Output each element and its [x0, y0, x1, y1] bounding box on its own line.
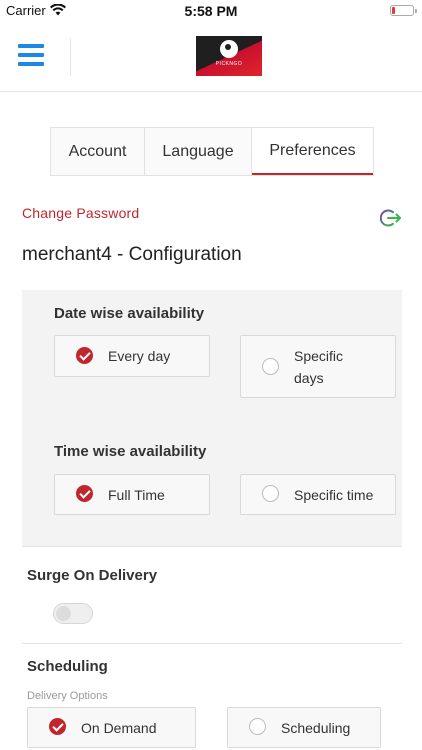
- surge-toggle[interactable]: [53, 603, 93, 624]
- header-divider: [70, 38, 71, 76]
- section-divider: [22, 643, 402, 644]
- option-specific-days[interactable]: Specific days: [240, 335, 396, 398]
- option-label: Full Time: [108, 487, 165, 503]
- option-scheduling[interactable]: Scheduling: [227, 707, 381, 748]
- date-wise-label: Date wise availability: [54, 305, 205, 322]
- page-title: merchant4 - Configuration: [22, 244, 242, 265]
- radio-icon: [262, 485, 279, 502]
- time-wise-label: Time wise availability: [54, 443, 207, 460]
- surge-label: Surge On Delivery: [27, 567, 158, 584]
- check-icon: [49, 718, 66, 735]
- option-label: Every day: [108, 348, 171, 364]
- settings-tabs: Account Language Preferences: [50, 127, 374, 176]
- option-label: On Demand: [81, 720, 157, 736]
- logout-icon[interactable]: [379, 208, 402, 228]
- status-bar: Carrier 5:58 PM: [0, 0, 422, 22]
- option-full-time[interactable]: Full Time: [54, 474, 210, 515]
- check-icon: [76, 485, 93, 502]
- app-header: PICKNGO: [0, 22, 422, 92]
- tab-account[interactable]: Account: [51, 128, 145, 175]
- option-label: Scheduling: [281, 720, 351, 736]
- option-on-demand[interactable]: On Demand: [27, 707, 196, 748]
- option-label-line: Specific: [294, 348, 344, 364]
- status-time: 5:58 PM: [184, 3, 238, 19]
- check-icon: [76, 347, 93, 364]
- option-every-day[interactable]: Every day: [54, 335, 210, 377]
- change-password-link[interactable]: Change Password: [22, 205, 139, 221]
- radio-icon: [262, 358, 279, 375]
- scheduling-label: Scheduling: [27, 658, 108, 675]
- tab-preferences[interactable]: Preferences: [252, 128, 373, 175]
- option-label-line: days: [294, 370, 324, 386]
- toggle-knob: [56, 606, 71, 621]
- option-specific-time[interactable]: Specific time: [240, 474, 396, 515]
- tab-language[interactable]: Language: [145, 128, 252, 175]
- logo-text: PICKNGO: [215, 61, 243, 67]
- menu-icon[interactable]: [18, 42, 46, 68]
- delivery-options-label: Delivery Options: [27, 690, 108, 702]
- option-label: Specific time: [294, 487, 374, 503]
- option-label: Specific days: [294, 345, 343, 389]
- battery-icon: [390, 5, 417, 16]
- radio-icon: [249, 718, 266, 735]
- availability-panel: Date wise availability Every day Specifi…: [22, 290, 402, 547]
- brand-logo: PICKNGO: [196, 36, 262, 76]
